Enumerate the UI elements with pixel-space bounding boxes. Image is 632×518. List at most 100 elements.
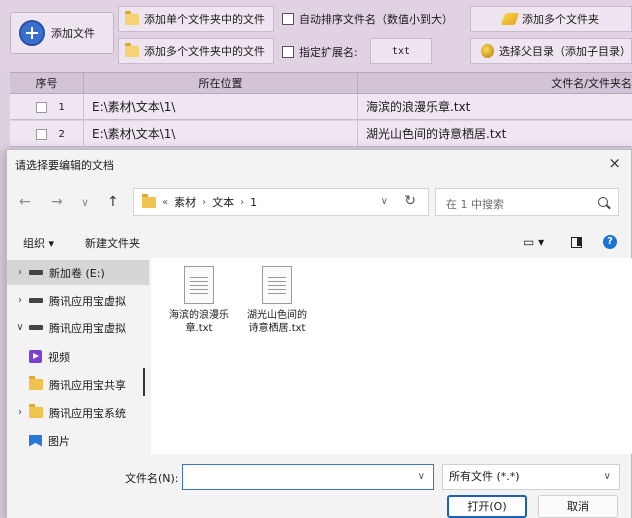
file-item[interactable]: 湖光山色间的诗意栖居.txt	[245, 266, 309, 335]
file-item[interactable]: 海滨的浪漫乐章.txt	[167, 266, 231, 335]
chevron-down-icon: ∨	[603, 471, 611, 482]
text-document-icon	[262, 266, 292, 304]
add-multi-folders-button[interactable]: 添加多个文件夹	[470, 6, 632, 32]
checkbox-box[interactable]	[282, 46, 294, 58]
open-button[interactable]: 打开(O)	[447, 495, 527, 518]
chevron-right-icon[interactable]: ›	[11, 267, 29, 278]
back-arrow-icon[interactable]: ←	[19, 194, 31, 210]
nav-item-tencent-vdisk[interactable]: › 腾讯应用宝虚拟	[7, 288, 149, 313]
auto-sort-label: 自动排序文件名（数值小到大）	[299, 13, 453, 26]
header-index[interactable]: 序号	[10, 73, 84, 95]
address-dropdown-icon[interactable]: ∨	[381, 196, 388, 207]
organize-menu[interactable]: 组织 ▾	[23, 235, 54, 251]
nav-item-pictures[interactable]: 图片	[7, 428, 149, 453]
nav-pane-scrollbar[interactable]	[143, 368, 145, 396]
add-file-button[interactable]: 添加文件	[10, 12, 114, 54]
search-placeholder: 在 1 中搜索	[446, 198, 504, 211]
filename-label: 文件名(N):	[125, 472, 179, 485]
nav-item-label: 腾讯应用宝虚拟	[49, 321, 126, 335]
nav-item-label: 腾讯应用宝系统	[49, 406, 126, 420]
breadcrumb-item[interactable]: 1	[250, 196, 257, 209]
new-folder-button[interactable]: 新建文件夹	[85, 235, 140, 251]
forward-arrow-icon[interactable]: →	[51, 194, 63, 210]
table-row[interactable]: 1 E:\素材\文本\1\ 海滨的浪漫乐章.txt	[10, 94, 632, 120]
row-index: 2	[58, 129, 65, 140]
file-table: 序号 所在位置 文件名/文件夹名 1 E:\素材\文本\1\ 海滨的浪漫乐章.t…	[0, 70, 632, 150]
breadcrumb-separator[interactable]: ›	[202, 197, 206, 208]
close-icon[interactable]: ×	[608, 154, 621, 172]
chevron-right-icon[interactable]: ›	[11, 295, 29, 306]
nav-item-tencent-vdisk-expanded[interactable]: ∨ 腾讯应用宝虚拟	[7, 315, 149, 340]
add-file-label: 添加文件	[51, 27, 95, 40]
row-index-cell: 2	[10, 121, 84, 147]
dialog-titlebar: 请选择要编辑的文档 ×	[7, 150, 631, 178]
search-icon	[598, 197, 608, 207]
video-icon	[29, 350, 42, 363]
add-multi-folders-label: 添加多个文件夹	[522, 13, 599, 26]
drive-icon	[29, 270, 43, 275]
folder-icon	[29, 404, 43, 418]
command-bar: 组织 ▾ 新建文件夹 ▭ ▾ ?	[7, 230, 631, 256]
extension-input[interactable]: txt	[370, 38, 432, 64]
nav-item-new-volume[interactable]: › 新加卷 (E:)	[7, 260, 149, 285]
address-bar[interactable]: « 素材 › 文本 › 1 ∨ ↻	[133, 188, 429, 216]
navigation-bar: ← → ∨ ↑ « 素材 › 文本 › 1 ∨ ↻ 在 1 中搜索	[7, 180, 631, 224]
address-overflow[interactable]: «	[162, 197, 168, 208]
breadcrumb-item[interactable]: 素材	[174, 194, 196, 210]
nav-item-label: 腾讯应用宝虚拟	[49, 294, 126, 308]
auto-sort-checkbox[interactable]: 自动排序文件名（数值小到大）	[282, 11, 453, 27]
view-options-icon[interactable]: ▭ ▾	[523, 235, 544, 249]
table-row[interactable]: 2 E:\素材\文本\1\ 湖光山色间的诗意栖居.txt	[10, 121, 632, 147]
header-location[interactable]: 所在位置	[84, 73, 358, 95]
file-type-select[interactable]: 所有文件 (*.*) ∨	[442, 464, 620, 490]
file-name: 湖光山色间的诗意栖居.txt	[247, 310, 307, 334]
plus-circle-icon	[19, 20, 45, 46]
refresh-icon[interactable]: ↻	[404, 193, 416, 209]
help-icon[interactable]: ?	[603, 235, 617, 249]
checkbox-box[interactable]	[282, 13, 294, 25]
nav-item-tencent-shared[interactable]: 腾讯应用宝共享	[7, 372, 149, 397]
recent-locations-icon[interactable]: ∨	[81, 196, 89, 209]
file-name: 海滨的浪漫乐章.txt	[169, 310, 229, 334]
up-arrow-icon[interactable]: ↑	[107, 194, 119, 210]
specify-ext-label: 指定扩展名:	[299, 46, 358, 59]
row-filename: 海滨的浪漫乐章.txt	[366, 100, 471, 114]
filename-dropdown-icon[interactable]: ∨	[418, 471, 425, 482]
preview-pane-icon[interactable]	[571, 237, 582, 248]
gem-icon	[481, 44, 494, 58]
row-index: 1	[58, 102, 65, 113]
folder-icon	[142, 193, 156, 208]
add-single-folder-label: 添加单个文件夹中的文件	[144, 13, 265, 26]
chevron-down-icon[interactable]: ∨	[11, 322, 29, 333]
nav-item-videos[interactable]: 视频	[7, 344, 149, 369]
nav-item-label: 新加卷 (E:)	[49, 266, 105, 280]
row-location: E:\素材\文本\1\	[84, 121, 358, 147]
text-document-icon	[184, 266, 214, 304]
row-location: E:\素材\文本\1\	[84, 94, 358, 120]
search-input[interactable]: 在 1 中搜索	[435, 188, 619, 216]
file-list-pane: 海滨的浪漫乐章.txt 湖光山色间的诗意栖居.txt	[151, 258, 632, 454]
picture-icon	[29, 434, 42, 447]
header-filename[interactable]: 文件名/文件夹名	[358, 73, 632, 95]
drive-icon	[29, 325, 43, 330]
add-single-folder-button[interactable]: 添加单个文件夹中的文件	[118, 6, 274, 32]
row-checkbox[interactable]	[36, 101, 47, 113]
nav-item-tencent-system[interactable]: › 腾讯应用宝系统	[7, 400, 149, 425]
select-parent-dir-label: 选择父目录（添加子目录）	[499, 45, 631, 58]
drive-icon	[29, 298, 43, 303]
row-index-cell: 1	[10, 94, 84, 120]
folder-icon	[29, 376, 43, 390]
nav-item-label: 视频	[48, 350, 70, 364]
breadcrumb-separator[interactable]: ›	[240, 197, 244, 208]
breadcrumb-item[interactable]: 文本	[212, 194, 234, 210]
chevron-right-icon[interactable]: ›	[11, 407, 29, 418]
cancel-button[interactable]: 取消	[538, 495, 618, 518]
select-parent-dir-button[interactable]: 选择父目录（添加子目录）	[470, 38, 632, 64]
row-checkbox[interactable]	[36, 128, 47, 140]
gem-icon	[500, 13, 520, 25]
app-toolbar: 添加文件 添加单个文件夹中的文件 添加多个文件夹中的文件 自动排序文件名（数值小…	[0, 0, 632, 70]
add-multi-folder-files-label: 添加多个文件夹中的文件	[144, 45, 265, 58]
add-multi-folder-files-button[interactable]: 添加多个文件夹中的文件	[118, 38, 274, 64]
specify-ext-checkbox[interactable]: 指定扩展名:	[282, 44, 358, 60]
filename-input[interactable]: ∨	[182, 464, 434, 490]
